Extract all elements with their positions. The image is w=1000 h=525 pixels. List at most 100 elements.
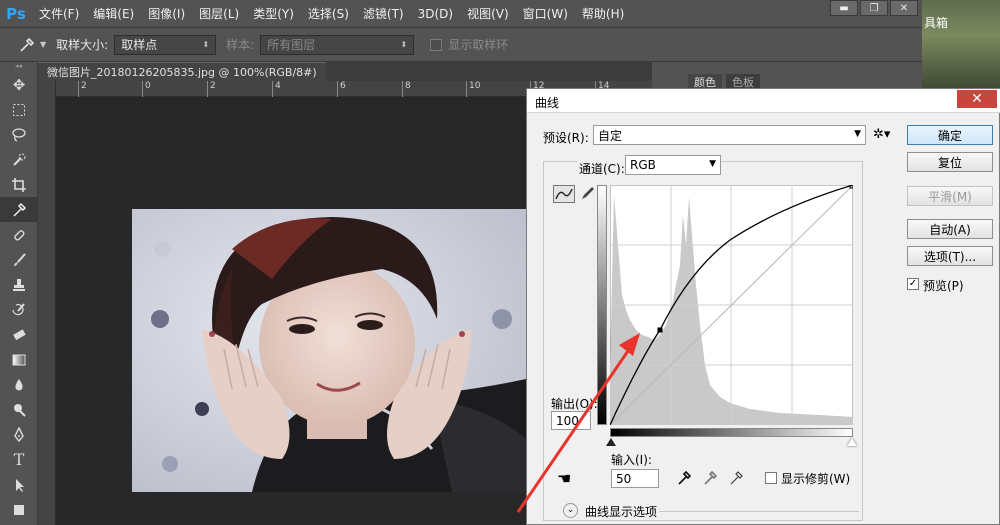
preset-select[interactable]: 自定 ▼ bbox=[593, 125, 866, 145]
menu-file[interactable]: 文件(F) bbox=[32, 5, 86, 22]
history-brush-tool-icon[interactable] bbox=[0, 297, 38, 322]
preview-checkbox[interactable]: ✓ bbox=[907, 278, 919, 290]
lasso-tool-icon[interactable] bbox=[0, 122, 38, 147]
eraser-tool-icon[interactable] bbox=[0, 322, 38, 347]
options-button[interactable]: 选项(T)... bbox=[907, 246, 993, 266]
chevron-down-icon[interactable]: ▼ bbox=[40, 40, 46, 49]
chevron-down-icon: ▼ bbox=[709, 159, 716, 169]
tab-strip bbox=[326, 62, 652, 81]
output-gradient-bar bbox=[597, 185, 607, 425]
move-tool-icon[interactable]: ✥ bbox=[0, 72, 38, 97]
menu-help[interactable]: 帮助(H) bbox=[575, 5, 631, 22]
ruler-label: 6 bbox=[337, 81, 346, 97]
minimize-button[interactable]: ▬ bbox=[830, 0, 858, 16]
channel-select[interactable]: RGB ▼ bbox=[625, 155, 721, 175]
ok-button[interactable]: 确定 bbox=[907, 125, 993, 145]
on-image-adjust-hand-icon[interactable]: ☚ bbox=[557, 469, 571, 488]
white-point-slider[interactable] bbox=[847, 438, 857, 446]
document-canvas[interactable] bbox=[56, 97, 526, 525]
ruler-label: 10 bbox=[466, 81, 480, 97]
sample-select[interactable]: 所有图层 ⬍ bbox=[260, 34, 415, 55]
vertical-ruler bbox=[38, 81, 56, 525]
clone-stamp-tool-icon[interactable] bbox=[0, 272, 38, 297]
menu-window[interactable]: 窗口(W) bbox=[516, 5, 575, 22]
menu-select[interactable]: 选择(S) bbox=[301, 5, 356, 22]
portrait-photo bbox=[132, 209, 526, 492]
auto-button[interactable]: 自动(A) bbox=[907, 219, 993, 239]
photoshop-window: Ps 文件(F) 编辑(E) 图像(I) 图层(L) 类型(Y) 选择(S) 滤… bbox=[0, 0, 1000, 525]
quick-selection-tool-icon[interactable] bbox=[0, 147, 38, 172]
path-selection-tool-icon[interactable] bbox=[0, 472, 38, 497]
black-point-slider[interactable] bbox=[606, 438, 616, 446]
input-label: 输入(I): bbox=[611, 453, 652, 467]
blur-tool-icon[interactable] bbox=[0, 372, 38, 397]
gradient-tool-icon[interactable] bbox=[0, 347, 38, 372]
gray-eyedropper-icon[interactable] bbox=[703, 470, 719, 489]
curve-display-options-label[interactable]: 曲线显示选项 bbox=[585, 503, 657, 520]
panel-tab-color[interactable]: 颜色 bbox=[688, 74, 722, 89]
right-panel-header: 颜色 色板 bbox=[652, 62, 922, 89]
show-ring-label: 显示取样环 bbox=[448, 38, 509, 52]
photoshop-logo: Ps bbox=[6, 4, 26, 23]
dialog-title: 曲线 bbox=[535, 96, 560, 110]
dialog-close-button[interactable]: ✕ bbox=[957, 90, 997, 108]
expand-toggle-icon[interactable]: ⌄ bbox=[563, 503, 578, 518]
dodge-tool-icon[interactable] bbox=[0, 397, 38, 422]
black-eyedropper-icon[interactable] bbox=[677, 470, 693, 489]
document-tab[interactable]: 微信图片_20180126205835.jpg @ 100%(RGB/8#) × bbox=[38, 62, 336, 81]
panel-grip[interactable]: ◂◂ bbox=[0, 62, 37, 72]
options-bar: ▼ 取样大小: 取样点 ⬍ 样本: 所有图层 ⬍ 显示取样环 bbox=[0, 27, 922, 62]
reset-button[interactable]: 复位 bbox=[907, 152, 993, 172]
input-gradient-bar bbox=[610, 428, 853, 437]
brush-tool-icon[interactable] bbox=[0, 247, 38, 272]
menu-view[interactable]: 视图(V) bbox=[460, 5, 516, 22]
eyedropper-icon[interactable] bbox=[18, 36, 36, 54]
input-field[interactable]: 50 bbox=[611, 469, 659, 488]
preset-value: 自定 bbox=[598, 128, 623, 143]
healing-brush-tool-icon[interactable] bbox=[0, 222, 38, 247]
ruler-label: 0 bbox=[142, 81, 151, 97]
menu-type[interactable]: 类型(Y) bbox=[246, 5, 301, 22]
sample-size-select[interactable]: 取样点 ⬍ bbox=[114, 34, 217, 55]
chevron-down-icon: ▼ bbox=[854, 129, 861, 139]
maximize-button[interactable]: ❐ bbox=[860, 0, 888, 16]
sample-value: 所有图层 bbox=[267, 38, 316, 52]
ruler-label: 2 bbox=[207, 81, 216, 97]
panel-tab-swatches[interactable]: 色板 bbox=[726, 74, 760, 89]
white-eyedropper-icon[interactable] bbox=[729, 470, 745, 489]
output-field[interactable]: 100 bbox=[551, 411, 591, 430]
sample-label: 样本: bbox=[226, 38, 255, 52]
input-value: 50 bbox=[616, 471, 632, 486]
curve-point-tool-icon[interactable] bbox=[553, 185, 575, 203]
menu-edit[interactable]: 编辑(E) bbox=[86, 5, 141, 22]
eyedropper-tool-icon[interactable] bbox=[0, 197, 38, 222]
show-ring-checkbox[interactable] bbox=[430, 38, 443, 51]
channel-label: 通道(C): bbox=[577, 160, 627, 177]
smooth-button[interactable]: 平滑(M) bbox=[907, 186, 993, 206]
curves-graph[interactable] bbox=[609, 184, 854, 426]
ruler-label: 2 bbox=[78, 81, 87, 97]
tools-panel: ◂◂ ✥ T bbox=[0, 62, 38, 525]
sample-size-value: 取样点 bbox=[121, 38, 158, 52]
pencil-draw-icon[interactable] bbox=[579, 185, 597, 203]
dialog-titlebar[interactable]: 曲线 ✕ bbox=[527, 89, 1000, 113]
show-clipping-checkbox[interactable] bbox=[765, 472, 777, 484]
close-button[interactable]: ✕ bbox=[890, 0, 918, 16]
menu-filter[interactable]: 滤镜(T) bbox=[356, 5, 411, 22]
updown-arrow-icon: ⬍ bbox=[400, 40, 408, 49]
menu-layer[interactable]: 图层(L) bbox=[192, 5, 246, 22]
pen-tool-icon[interactable] bbox=[0, 422, 38, 447]
crop-tool-icon[interactable] bbox=[0, 172, 38, 197]
marquee-tool-icon[interactable] bbox=[0, 97, 38, 122]
output-label: 输出(O): bbox=[551, 397, 598, 411]
preset-options-gear-icon[interactable]: ✲▾ bbox=[873, 127, 890, 142]
background-app-text: 具箱 bbox=[923, 16, 948, 30]
menu-image[interactable]: 图像(I) bbox=[141, 5, 192, 22]
rectangle-tool-icon[interactable] bbox=[0, 497, 38, 522]
type-tool-icon[interactable]: T bbox=[0, 447, 38, 472]
menu-3d[interactable]: 3D(D) bbox=[411, 7, 460, 21]
divider bbox=[659, 511, 859, 512]
updown-arrow-icon: ⬍ bbox=[202, 40, 210, 49]
ruler-label: 8 bbox=[402, 81, 411, 97]
sample-size-label: 取样大小: bbox=[56, 38, 109, 52]
